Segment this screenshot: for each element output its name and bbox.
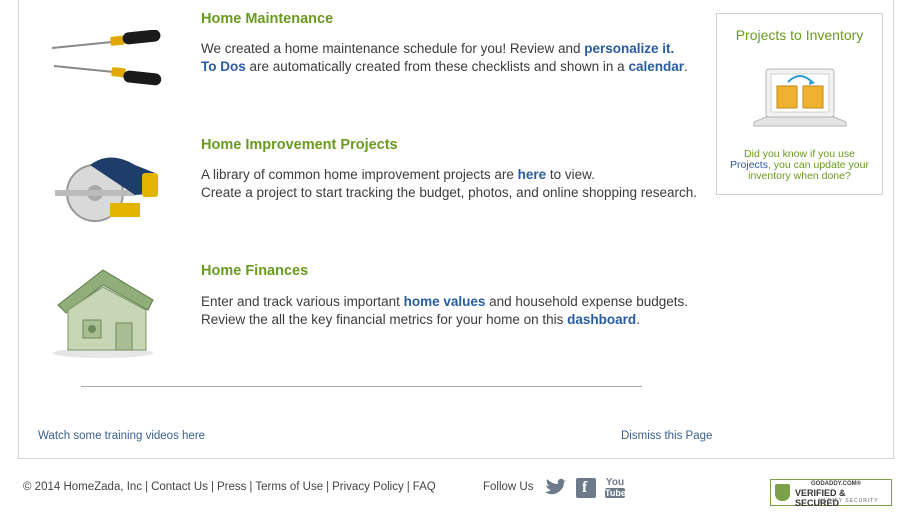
youtube-label-top: You <box>605 477 625 488</box>
dashboard-link[interactable]: dashboard <box>567 312 636 327</box>
facebook-icon[interactable]: f <box>576 478 596 498</box>
todos-link[interactable]: To Dos <box>201 59 246 74</box>
sidebox-description: Did you know if you use Projects, you ca… <box>723 149 876 182</box>
shield-icon <box>775 484 790 501</box>
facebook-letter: f <box>582 479 588 496</box>
badge-sub-text: VERIFY SECURITY <box>819 498 879 504</box>
section-title-home-finances[interactable]: Home Finances <box>201 263 308 279</box>
twitter-icon[interactable] <box>543 478 567 498</box>
section-title-home-improvement[interactable]: Home Improvement Projects <box>201 137 398 153</box>
section-text-home-maintenance: We created a home maintenance schedule f… <box>201 40 688 76</box>
training-videos-link[interactable]: Watch some training videos here <box>38 430 205 442</box>
calendar-link[interactable]: calendar <box>628 59 684 74</box>
contact-us-link[interactable]: Contact Us <box>151 481 208 493</box>
text: Create a project to start tracking the b… <box>201 185 698 200</box>
divider <box>81 386 642 387</box>
follow-us-label: Follow Us <box>483 481 534 493</box>
section-text-home-improvement: A library of common home improvement pro… <box>201 166 697 202</box>
here-link[interactable]: here <box>518 167 547 182</box>
projects-to-inventory-box[interactable]: Projects to Inventory Did you know if yo… <box>716 13 883 195</box>
godaddy-secure-badge[interactable]: GODADDY.COM® VERIFIED & SECURED VERIFY S… <box>770 479 892 508</box>
home-values-link[interactable]: home values <box>404 294 486 309</box>
badge-top-text: GODADDY.COM® <box>811 481 862 487</box>
circular-saw-icon <box>55 157 158 222</box>
text: and household expense budgets. <box>485 294 689 309</box>
sidebox-title: Projects to Inventory <box>735 27 864 43</box>
footer-links: © 2014 HomeZada, Inc | Contact Us | Press | Te… <box>23 481 436 493</box>
screwdrivers-icon <box>51 30 162 86</box>
text: . <box>683 59 688 74</box>
dismiss-page-link[interactable]: Dismiss this Page <box>621 430 712 442</box>
text: to view. <box>546 167 595 182</box>
text: We created a home maintenance schedule f… <box>201 41 585 56</box>
copyright: © 2014 HomeZada, Inc <box>23 481 143 493</box>
text: . <box>636 312 640 327</box>
section-title-home-maintenance[interactable]: Home Maintenance <box>201 11 333 27</box>
text: Review the all the key financial metrics… <box>201 312 568 327</box>
faq-link[interactable]: FAQ <box>413 481 436 493</box>
text: are automatically created from these che… <box>245 59 629 74</box>
section-text-home-finances: Enter and track various important home v… <box>201 293 688 329</box>
text: A library of common home improvement pro… <box>201 167 518 182</box>
press-link[interactable]: Press <box>217 481 246 493</box>
money-house-icon <box>53 269 154 358</box>
text: Enter and track various important <box>201 294 404 309</box>
youtube-label-bottom: Tube <box>605 488 626 498</box>
privacy-link[interactable]: Privacy Policy <box>332 481 404 493</box>
laptop-folders-icon <box>753 68 847 127</box>
youtube-icon[interactable]: You Tube <box>605 477 626 500</box>
personalize-link[interactable]: personalize it. <box>584 41 674 56</box>
terms-link[interactable]: Terms of Use <box>255 481 323 493</box>
